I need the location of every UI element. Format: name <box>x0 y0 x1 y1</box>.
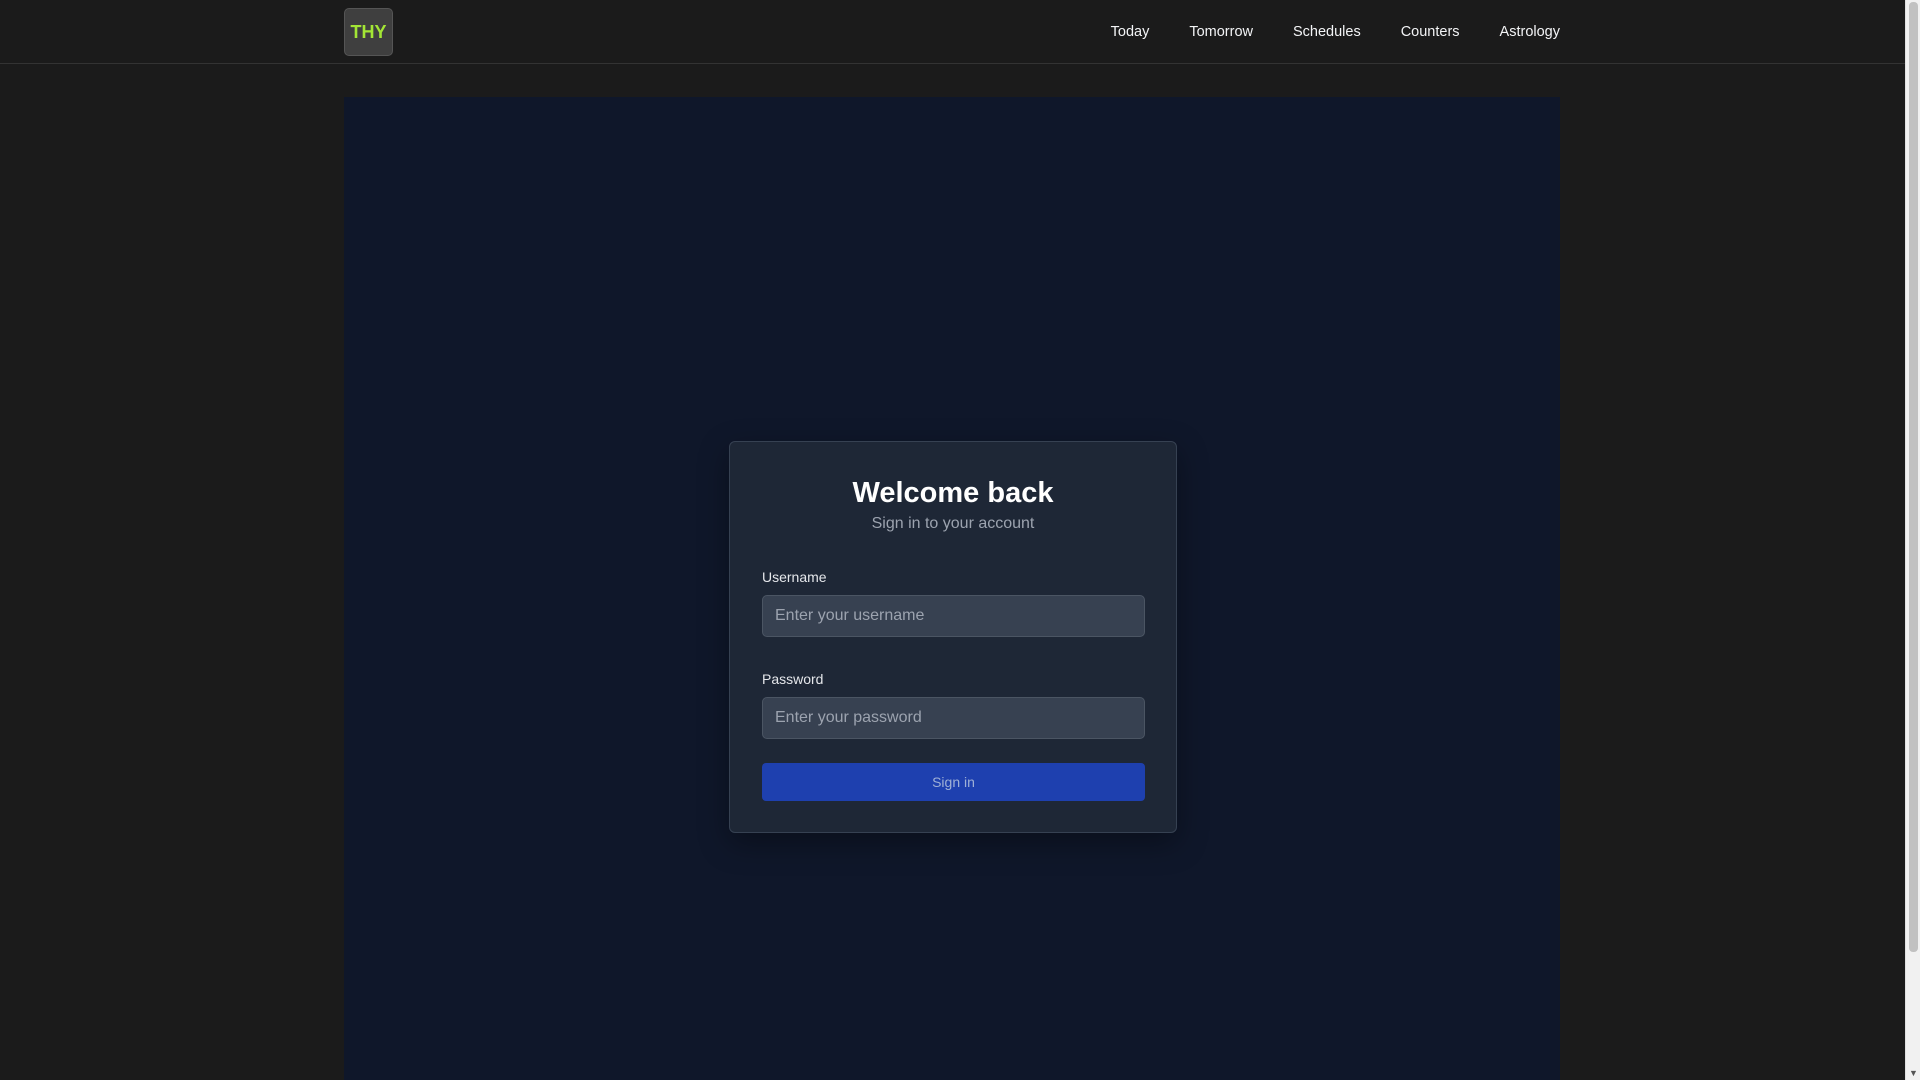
scrollbar-thumb[interactable] <box>1909 2 1918 952</box>
logo-text: THY <box>350 21 387 42</box>
nav-link-tomorrow[interactable]: Tomorrow <box>1189 24 1253 40</box>
nav-link-astrology[interactable]: Astrology <box>1500 24 1560 40</box>
nav-link-today[interactable]: Today <box>1111 24 1150 40</box>
logo[interactable]: THY <box>344 8 393 56</box>
username-label: Username <box>762 569 827 585</box>
chevron-down-icon[interactable]: ▼ <box>1906 1065 1920 1080</box>
page: THY Today Tomorrow Schedules Counters As… <box>0 0 1905 1080</box>
login-title: Welcome back <box>852 477 1054 509</box>
login-card: Welcome back Sign in to your account Use… <box>729 441 1177 833</box>
login-subtitle: Sign in to your account <box>871 515 1035 532</box>
nav-link-counters[interactable]: Counters <box>1401 24 1460 40</box>
password-label: Password <box>762 671 824 687</box>
username-input[interactable] <box>762 595 1145 637</box>
password-field-group: Password <box>762 671 1145 739</box>
main-nav: Today Tomorrow Schedules Counters Astrol… <box>1071 0 1560 64</box>
sign-in-button[interactable]: Sign in <box>762 763 1145 801</box>
top-header: THY Today Tomorrow Schedules Counters As… <box>0 0 1905 64</box>
nav-link-schedules[interactable]: Schedules <box>1293 24 1361 40</box>
vertical-scrollbar[interactable]: ▼ <box>1905 0 1920 1080</box>
username-field-group: Username <box>762 569 1145 637</box>
password-input[interactable] <box>762 697 1145 739</box>
